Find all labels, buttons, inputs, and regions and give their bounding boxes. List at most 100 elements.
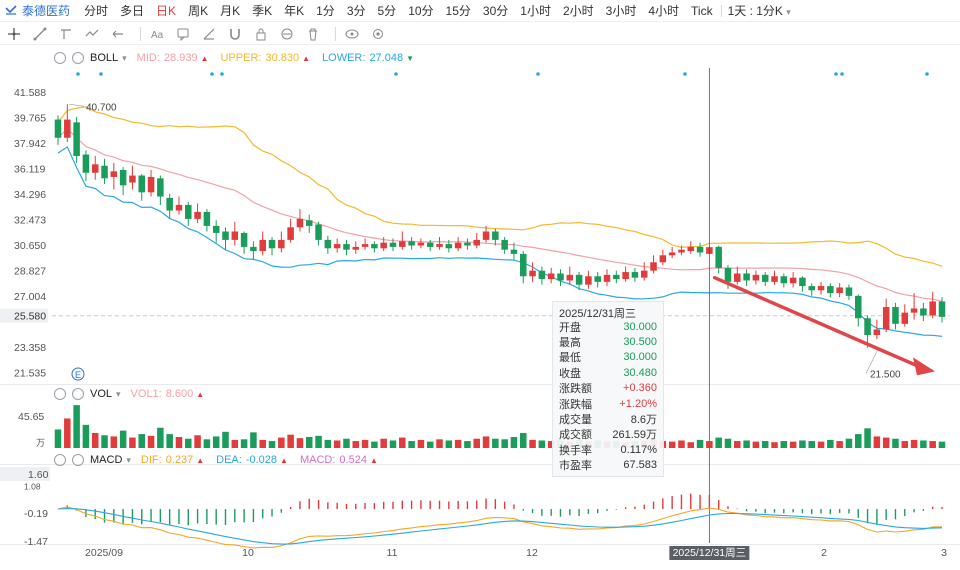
volume-bar (231, 439, 239, 448)
tooltip-row: 涨跌额 +0.360 (553, 381, 663, 396)
x-tick-label: 10 (242, 547, 254, 559)
candle-body (724, 267, 732, 282)
arrow-down-icon: ▼ (406, 53, 415, 63)
y-tick-label: 30.650 (14, 240, 46, 252)
candle-body (882, 307, 890, 330)
candle-body (938, 301, 946, 317)
candle-body (659, 255, 667, 263)
candle-body (445, 244, 453, 249)
trend-arrow-head (913, 357, 935, 376)
candle-body (910, 308, 918, 313)
y-tick-label: 36.119 (14, 163, 45, 175)
candle-body (640, 270, 648, 278)
dif-value: 0.237 (165, 454, 194, 466)
candle-body (808, 286, 815, 291)
event-marker (394, 72, 398, 76)
candle-body (520, 253, 527, 277)
volume-bar (203, 439, 211, 448)
candle-body (166, 197, 173, 211)
y-tick-label: 28.827 (14, 265, 46, 277)
candle-body (799, 277, 806, 287)
chevron-down-icon[interactable]: ▾ (116, 389, 121, 400)
settings-icon[interactable] (54, 454, 66, 466)
tooltip-row: 最低 30.000 (553, 350, 663, 365)
candle-body (343, 244, 350, 250)
tooltip-date: 2025/12/31周三 (559, 308, 637, 320)
tooltip-key: 涨跌幅 (559, 398, 592, 411)
volume-bar (175, 437, 183, 448)
volume-bar (482, 436, 490, 448)
candle-body (110, 171, 118, 177)
tooltip-rows: 开盘 30.000 最高 30.500 最低 30.000 收盘 30.480 涨跌额 +0.36… (553, 319, 663, 473)
boll-name[interactable]: BOLL (90, 52, 118, 64)
volume-bar (901, 441, 909, 448)
close-icon[interactable] (72, 52, 84, 64)
tooltip-value: 8.6万 (630, 414, 657, 427)
volume-bar (538, 440, 546, 448)
candle-body (538, 270, 546, 280)
volume-bar (501, 439, 508, 448)
volume-bar (64, 418, 71, 448)
vol-name[interactable]: VOL (90, 388, 112, 400)
macd-name[interactable]: MACD (90, 454, 122, 466)
chevron-down-icon[interactable]: ▾ (122, 53, 127, 64)
candle-body (920, 308, 927, 316)
volume-bar (789, 441, 797, 448)
candle-body (603, 274, 611, 282)
ohlc-tooltip: 2025/12/31周三 开盘 30.000 最高 30.500 最低 30.000 收盘 3… (552, 301, 664, 477)
candle-body (417, 242, 425, 246)
candle-body (678, 249, 685, 253)
volume-bar (194, 435, 201, 448)
volume-bar (882, 437, 890, 448)
volume-bar (110, 436, 118, 448)
tooltip-value: 261.59万 (612, 429, 657, 442)
settings-icon[interactable] (54, 52, 66, 64)
candle-body (845, 287, 853, 296)
volume-bar (417, 439, 425, 448)
volume-bar (799, 440, 806, 448)
candle-body (324, 239, 332, 249)
volume-bar (389, 440, 397, 448)
stock-chart-app: 泰德医药 分时 多日 日K 周K 月K 季K 年K 1分 3分 5分 10分 15分 30分 1小时 2小时… (0, 0, 960, 570)
candle-body (585, 276, 592, 285)
volume-bar (696, 439, 704, 448)
chevron-down-icon[interactable]: ▾ (126, 455, 131, 466)
volume-bar (240, 439, 248, 448)
candle-body (827, 286, 834, 294)
candle-body (854, 295, 862, 319)
volume-bar (827, 439, 834, 448)
event-marker (834, 72, 838, 76)
x-tick-label: 12 (526, 547, 538, 559)
candle-body (771, 276, 778, 282)
volume-bar (324, 439, 332, 448)
candle-body (268, 239, 276, 249)
volume-bar (445, 440, 453, 448)
volume-bar (352, 441, 360, 448)
candle-body (864, 318, 871, 336)
volume-bar (761, 441, 769, 448)
candle-body (789, 277, 797, 284)
settings-icon[interactable] (54, 388, 66, 400)
candle-body (119, 169, 127, 186)
volume-bar (399, 437, 406, 448)
close-icon[interactable] (72, 388, 84, 400)
event-marker (536, 72, 540, 76)
event-marker (683, 72, 687, 76)
boll-header: BOLL ▾ MID: 28.939 ▲ UPPER: 30.830 ▲ LOW… (54, 50, 426, 66)
kline-chart[interactable]: 41.588 39.765 37.942 36.119 34.296 32.473 30.6… (0, 0, 960, 570)
high-annotation: 40.700 (86, 102, 117, 113)
candle-body (64, 119, 71, 138)
volume-bar (343, 438, 350, 448)
event-marker (210, 72, 214, 76)
volume-bar (259, 439, 266, 448)
candle-body (73, 122, 80, 156)
close-icon[interactable] (72, 454, 84, 466)
boll-lower-value: 27.048 (369, 52, 404, 64)
tooltip-key: 成交量 (559, 414, 592, 427)
tooltip-key: 换手率 (559, 444, 592, 457)
candle-body (873, 329, 881, 336)
tooltip-row: 最高 30.500 (553, 334, 663, 349)
boll-lower-label: LOWER: (322, 52, 366, 64)
candle-body (333, 244, 341, 249)
candle-body (175, 204, 183, 211)
